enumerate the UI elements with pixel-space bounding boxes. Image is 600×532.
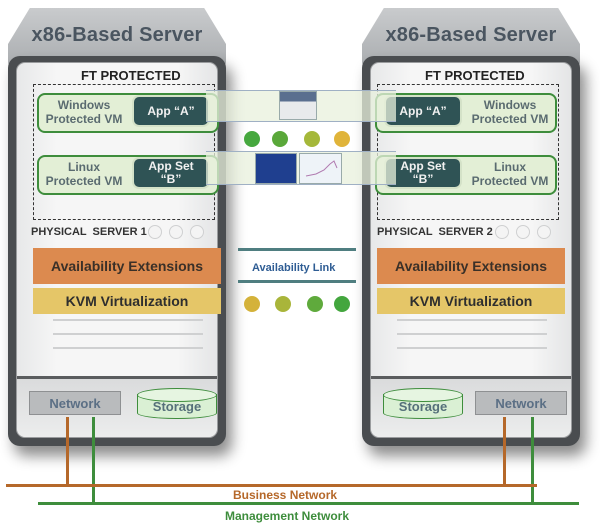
status-led xyxy=(537,225,551,239)
status-led xyxy=(516,225,530,239)
business-drop-right xyxy=(503,417,506,487)
status-led xyxy=(190,225,204,239)
vm-windows[interactable]: Windows Protected VM App “A” xyxy=(37,93,219,133)
chassis-rail xyxy=(397,333,547,335)
vm-label-line2: Protected VM xyxy=(45,174,123,188)
storage-label: Storage xyxy=(152,399,202,414)
sync-status-dot xyxy=(334,131,350,147)
storage-cylinder[interactable]: Storage xyxy=(137,388,217,422)
server-2-inner-panel: FT PROTECTED App “A” Windows Protected V… xyxy=(370,62,572,438)
vm-linux-label: Linux Protected VM xyxy=(467,160,553,188)
availability-link-line-top xyxy=(238,248,356,251)
physical-server-label: PHYSICAL SERVER 2 xyxy=(377,226,493,238)
management-network-label: Management Network xyxy=(225,509,350,523)
physical-server-label: PHYSICAL SERVER 1 xyxy=(31,226,147,238)
app-a-box[interactable]: App “A” xyxy=(386,97,460,125)
status-led xyxy=(495,225,509,239)
management-drop-right xyxy=(531,417,534,505)
vm-label-line1: Linux xyxy=(494,160,526,174)
server-1-title: x86-Based Server xyxy=(31,24,203,46)
login-window-thumbnail-icon xyxy=(279,91,317,120)
vm-label-line2: Protected VM xyxy=(45,112,123,126)
app-label-line2: “B” xyxy=(160,172,182,186)
management-network-bus[interactable] xyxy=(38,502,579,505)
kvm-virtualization-layer: KVM Virtualization xyxy=(377,288,565,314)
app-dashboard-thumbnail-icon xyxy=(255,153,297,184)
availability-link-label: Availability Link xyxy=(252,262,336,274)
vm-label-line1: Windows xyxy=(57,98,111,112)
ft-protected-label: FT PROTECTED xyxy=(425,68,525,83)
server-2-title: x86-Based Server xyxy=(385,24,557,46)
server-1-io-tray: Network Storage xyxy=(17,376,217,437)
chassis-rail xyxy=(397,347,547,349)
sync-status-dot xyxy=(275,296,291,312)
server-2: x86-Based Server FT PROTECTED App “A” Wi… xyxy=(362,8,580,448)
business-network-label: Business Network xyxy=(233,488,338,502)
network-box[interactable]: Network xyxy=(475,391,567,415)
business-drop-left xyxy=(66,417,69,487)
vm-label-line2: Protected VM xyxy=(471,174,549,188)
graph-thumbnail-icon xyxy=(299,153,342,184)
kvm-virtualization-layer: KVM Virtualization xyxy=(33,288,221,314)
sync-status-dot xyxy=(244,131,260,147)
business-network-bus[interactable] xyxy=(6,484,537,487)
sync-status-dot xyxy=(304,131,320,147)
chassis-rail xyxy=(53,319,203,321)
vm-windows-label: Windows Protected VM xyxy=(41,98,127,126)
ft-protected-label: FT PROTECTED xyxy=(81,68,181,83)
vm-linux[interactable]: Linux Protected VM App Set “B” xyxy=(37,155,219,195)
server-1-chassis: FT PROTECTED Windows Protected VM App “A… xyxy=(8,56,226,446)
sync-status-dot xyxy=(244,296,260,312)
server-2-io-tray: Storage Network xyxy=(371,376,571,437)
storage-cylinder[interactable]: Storage xyxy=(383,388,463,422)
app-label: App “A” xyxy=(399,103,447,118)
vm-windows-label: Windows Protected VM xyxy=(467,98,553,126)
availability-extensions-layer: Availability Extensions xyxy=(377,248,565,284)
server-1-inner-panel: FT PROTECTED Windows Protected VM App “A… xyxy=(16,62,221,438)
vm-linux[interactable]: App Set “B” Linux Protected VM xyxy=(375,155,557,195)
vm-linux-label: Linux Protected VM xyxy=(41,160,127,188)
app-set-b-box[interactable]: App Set “B” xyxy=(134,159,208,187)
availability-extensions-layer: Availability Extensions xyxy=(33,248,221,284)
management-drop-left xyxy=(92,417,95,505)
server-1: x86-Based Server FT PROTECTED Windows Pr… xyxy=(8,8,226,448)
app-set-b-box[interactable]: App Set “B” xyxy=(386,159,460,187)
status-led xyxy=(169,225,183,239)
graph-line-icon xyxy=(305,160,338,177)
app-label-line2: “B” xyxy=(412,172,434,186)
vm-label-line1: Linux xyxy=(68,160,100,174)
availability-link-line-bottom xyxy=(238,280,356,283)
storage-label: Storage xyxy=(398,399,448,414)
vm-windows[interactable]: App “A” Windows Protected VM xyxy=(375,93,557,133)
vm-label-line2: Protected VM xyxy=(471,112,549,126)
network-box[interactable]: Network xyxy=(29,391,121,415)
chassis-rail xyxy=(53,347,203,349)
sync-status-dot xyxy=(334,296,350,312)
chassis-rail xyxy=(53,333,203,335)
app-a-box[interactable]: App “A” xyxy=(134,97,208,125)
sync-status-dot xyxy=(272,131,288,147)
status-led xyxy=(148,225,162,239)
app-label: App “A” xyxy=(147,103,195,118)
vm-label-line1: Windows xyxy=(483,98,537,112)
chassis-rail xyxy=(397,319,547,321)
sync-status-dot xyxy=(307,296,323,312)
